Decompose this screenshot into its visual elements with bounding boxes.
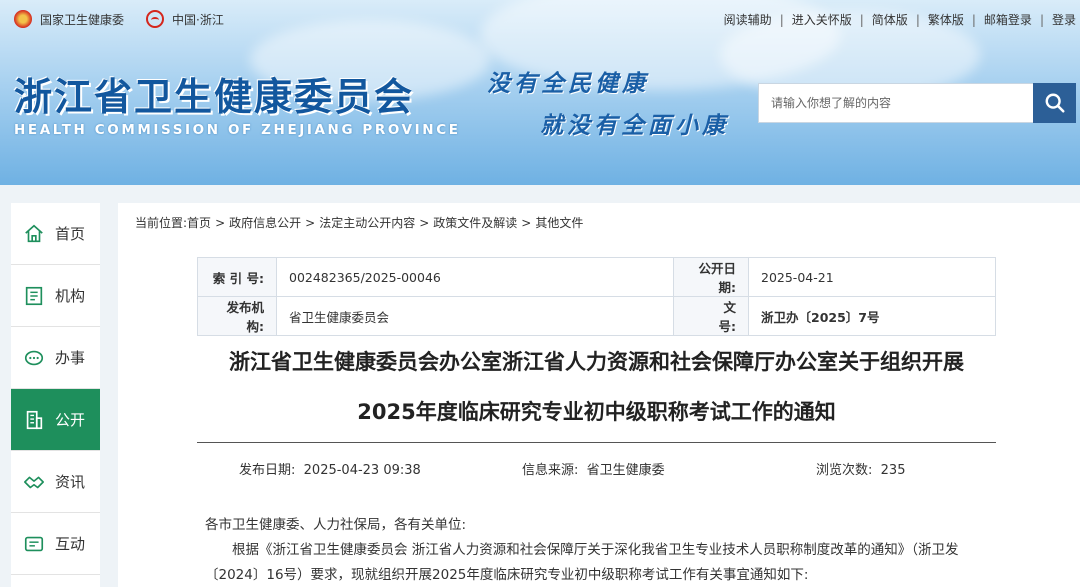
index-label: 索 引 号:	[197, 257, 277, 297]
publish-date: 发布日期: 2025-04-23 09:38	[239, 459, 421, 478]
breadcrumb-other[interactable]: 其他文件	[535, 216, 583, 230]
view-count-value: 235	[880, 463, 906, 478]
link-traditional[interactable]: 繁体版	[928, 11, 964, 28]
slogan-line-2: 就没有全面小康	[540, 112, 729, 139]
message-icon	[23, 533, 45, 555]
table-row: 发布机构: 省卫生健康委员会 文 号: 浙卫办〔2025〕7号	[197, 296, 996, 336]
nav-label: 机构	[55, 287, 86, 305]
document-body: 各市卫生健康委、人力社保局，各有关单位: 根据《浙江省卫生健康委员会 浙江省人力…	[205, 513, 985, 587]
breadcrumb-home[interactable]: 首页	[187, 216, 211, 230]
link-simplified[interactable]: 简体版	[872, 11, 908, 28]
paragraph: 根据《浙江省卫生健康委员会 浙江省人力资源和社会保障厅关于深化我省卫生专业技术人…	[205, 542, 959, 583]
link-nhc[interactable]: 国家卫生健康委	[40, 11, 124, 28]
main-content: 当前位置:首页 > 政府信息公开 > 法定主动公开内容 > 政策文件及解读 > 其他文件 索 引…	[118, 203, 1080, 587]
info-source-label: 信息来源:	[522, 463, 579, 478]
nav-item-news[interactable]: 资讯	[11, 451, 100, 513]
docno-value: 浙卫办〔2025〕7号	[748, 296, 996, 336]
pubdate-label: 公开日期:	[673, 257, 749, 297]
divider: |	[779, 12, 784, 27]
link-care-version[interactable]: 进入关怀版	[792, 11, 852, 28]
site-subtitle: HEALTH COMMISSION OF ZHEJIANG PROVINCE	[14, 122, 461, 138]
side-nav: 首页 机构 办事 公开 资讯 互动	[11, 203, 100, 587]
document-title-line-1: 浙江省卫生健康委员会办公室浙江省人力资源和社会保障厅办公室关于组织开展	[229, 350, 964, 374]
org-icon	[23, 285, 45, 307]
building-icon	[23, 409, 45, 431]
title-divider	[197, 442, 996, 443]
publish-date-value: 2025-04-23 09:38	[303, 463, 421, 478]
home-icon	[23, 223, 45, 245]
table-row: 索 引 号: 002482365/2025-00046 公开日期: 2025-0…	[197, 257, 996, 297]
link-reading-aid[interactable]: 阅读辅助	[724, 11, 772, 28]
breadcrumb-gov-info[interactable]: 政府信息公开	[229, 216, 301, 230]
nav-item-public[interactable]: 公开	[11, 389, 100, 451]
nav-item-interact[interactable]: 互动	[11, 513, 100, 575]
divider: |	[859, 12, 864, 27]
breadcrumb-prefix: 当前位置:	[135, 216, 188, 230]
nav-item-home[interactable]: 首页	[11, 203, 100, 265]
view-count-label: 浏览次数:	[816, 463, 873, 478]
nav-item-org[interactable]: 机构	[11, 265, 100, 327]
top-bar: 国家卫生健康委 中国·浙江 阅读辅助 | 进入关怀版 | 简体版 | 繁体版 | 邮箱登…	[0, 0, 1080, 38]
search-icon	[1045, 93, 1065, 113]
pubdate-value: 2025-04-21	[748, 257, 996, 297]
site-title[interactable]: 浙江省卫生健康委员会	[14, 66, 414, 121]
link-mail-login[interactable]: 邮箱登录	[984, 11, 1032, 28]
divider: |	[1039, 12, 1044, 27]
document-title-line-2: 2025年度临床研究专业初中级职称考试工作的通知	[357, 400, 836, 424]
link-china-zhejiang[interactable]: 中国·浙江	[172, 11, 224, 28]
site-header: 国家卫生健康委 中国·浙江 阅读辅助 | 进入关怀版 | 简体版 | 繁体版 | 邮箱登…	[0, 0, 1080, 185]
breadcrumb-policy[interactable]: 政策文件及解读	[433, 216, 517, 230]
nav-label: 公开	[55, 411, 86, 429]
nav-label: 办事	[55, 349, 86, 367]
nav-label: 资讯	[55, 473, 86, 491]
issuer-label: 发布机构:	[197, 296, 277, 336]
info-source: 信息来源: 省卫生健康委	[522, 459, 665, 478]
divider: |	[915, 12, 920, 27]
issuer-value: 省卫生健康委员会	[276, 296, 674, 336]
search-button[interactable]	[1033, 83, 1076, 123]
search-box	[758, 83, 1076, 123]
nav-item-services[interactable]: 办事	[11, 327, 100, 389]
publish-date-label: 发布日期:	[239, 463, 296, 478]
chat-icon	[23, 347, 45, 369]
slogan-line-1: 没有全民健康	[487, 70, 649, 97]
nav-label: 首页	[55, 225, 86, 243]
national-emblem-icon	[14, 10, 32, 28]
view-count: 浏览次数: 235	[816, 459, 905, 478]
index-value: 002482365/2025-00046	[276, 257, 674, 297]
breadcrumb: 当前位置:首页 > 政府信息公开 > 法定主动公开内容 > 政策文件及解读 > 其他文件	[135, 216, 584, 230]
breadcrumb-statutory[interactable]: 法定主动公开内容	[319, 216, 415, 230]
info-source-value: 省卫生健康委	[586, 463, 665, 478]
document-title: 浙江省卫生健康委员会办公室浙江省人力资源和社会保障厅办公室关于组织开展 2025…	[197, 337, 996, 437]
docno-label: 文 号:	[673, 296, 761, 336]
salutation: 各市卫生健康委、人力社保局，各有关单位:	[205, 517, 467, 533]
link-login[interactable]: 登录	[1052, 11, 1076, 28]
document-meta-table: 索 引 号: 002482365/2025-00046 公开日期: 2025-0…	[197, 257, 996, 336]
handshake-icon	[23, 471, 45, 493]
search-input[interactable]	[758, 83, 1033, 123]
nav-label: 互动	[55, 535, 86, 553]
divider: |	[971, 12, 976, 27]
zhejiang-logo-icon	[146, 10, 165, 28]
